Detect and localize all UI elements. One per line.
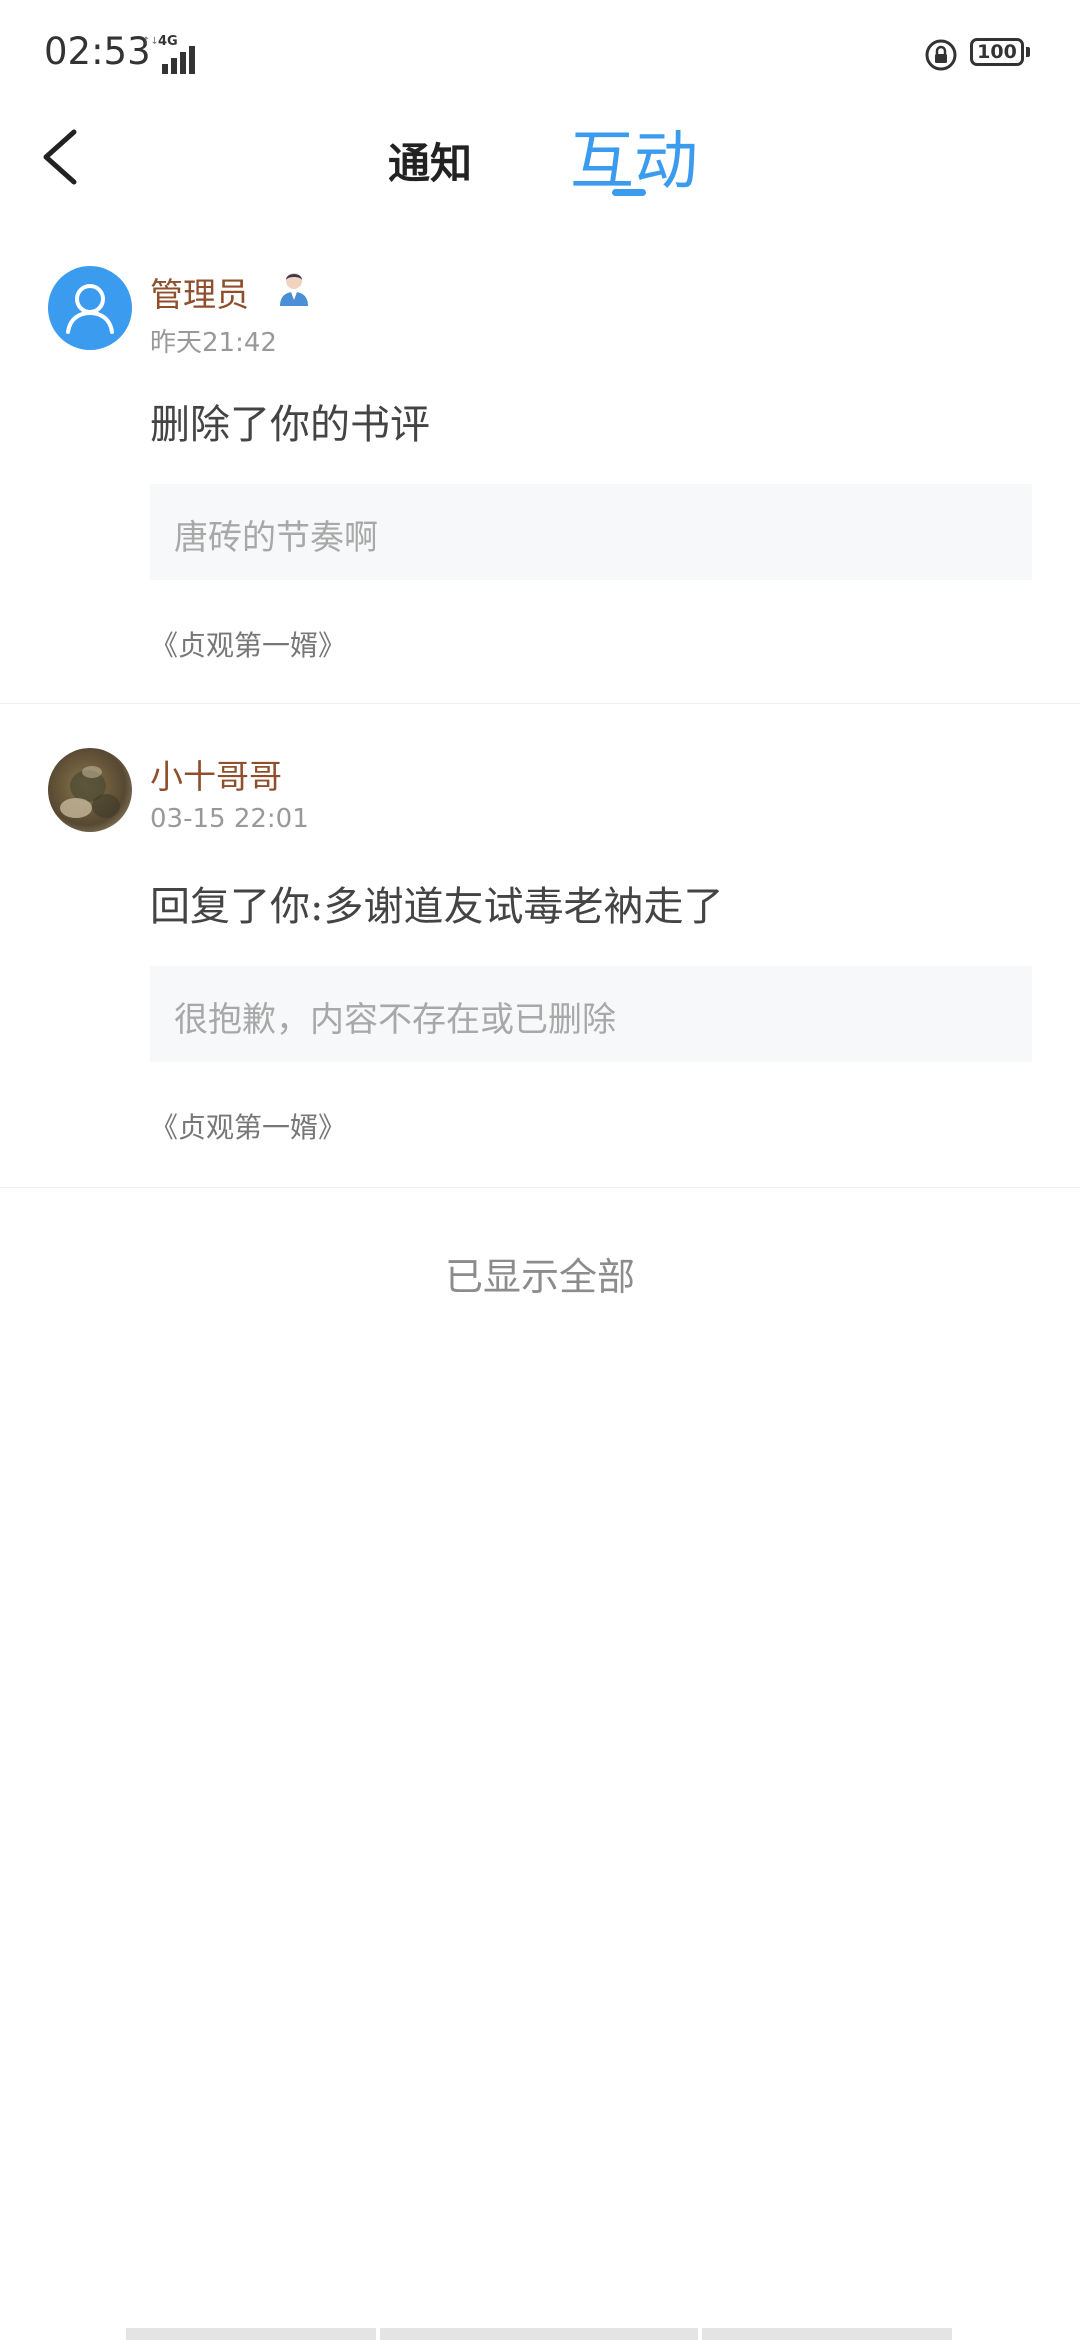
status-time: 02:53 bbox=[44, 30, 151, 73]
status-bar: 02:53 ↑↓ 4G 100 bbox=[0, 0, 1080, 110]
quoted-text: 唐砖的节奏啊 bbox=[174, 518, 378, 558]
quoted-text: 很抱歉，内容不存在或已删除 bbox=[174, 1000, 616, 1040]
username[interactable]: 管理员 bbox=[150, 268, 249, 316]
tab-notifications[interactable]: 通知 bbox=[388, 130, 472, 191]
lock-rotation-icon bbox=[925, 39, 957, 71]
book-link[interactable]: 《贞观第一婿》 bbox=[150, 624, 346, 664]
timestamp: 03-15 22:01 bbox=[150, 804, 309, 834]
battery-level: 100 bbox=[970, 38, 1024, 66]
battery-tip bbox=[1026, 47, 1030, 57]
avatar[interactable] bbox=[48, 266, 132, 350]
action-text: 回复了你:多谢道友试毒老衲走了 bbox=[150, 884, 724, 930]
quoted-content[interactable]: 唐砖的节奏啊 bbox=[150, 484, 1032, 580]
active-tab-indicator bbox=[612, 189, 646, 196]
signal-icon: ↑↓ 4G bbox=[142, 34, 202, 74]
quoted-content[interactable]: 很抱歉，内容不存在或已删除 bbox=[150, 966, 1032, 1062]
nav-gesture-segment bbox=[126, 2328, 376, 2340]
username[interactable]: 小十哥哥 bbox=[150, 750, 282, 798]
notification-item[interactable]: 管理员 昨天21:42 删除了你的书评 唐砖的节奏啊 《贞观第一婿》 bbox=[0, 262, 1080, 704]
data-arrows-icon: ↑↓ bbox=[142, 36, 159, 47]
user-photo-avatar-icon bbox=[60, 766, 120, 818]
action-text: 删除了你的书评 bbox=[150, 402, 430, 448]
book-link[interactable]: 《贞观第一婿》 bbox=[150, 1106, 346, 1146]
header: 通知 互动 bbox=[0, 110, 1080, 260]
back-button[interactable] bbox=[30, 114, 100, 204]
nav-gesture-segment bbox=[380, 2328, 698, 2340]
nav-gesture-segment bbox=[702, 2328, 952, 2340]
notification-item[interactable]: 小十哥哥 03-15 22:01 回复了你:多谢道友试毒老衲走了 很抱歉，内容不… bbox=[0, 744, 1080, 1188]
avatar[interactable] bbox=[48, 748, 132, 832]
timestamp: 昨天21:42 bbox=[150, 328, 277, 358]
signal-bars-icon bbox=[162, 46, 195, 74]
battery-icon: 100 bbox=[970, 38, 1032, 68]
default-user-avatar-icon bbox=[66, 284, 114, 334]
chevron-left-icon bbox=[43, 129, 77, 185]
end-of-list-label: 已显示全部 bbox=[444, 1255, 635, 1299]
admin-person-icon bbox=[280, 273, 308, 306]
